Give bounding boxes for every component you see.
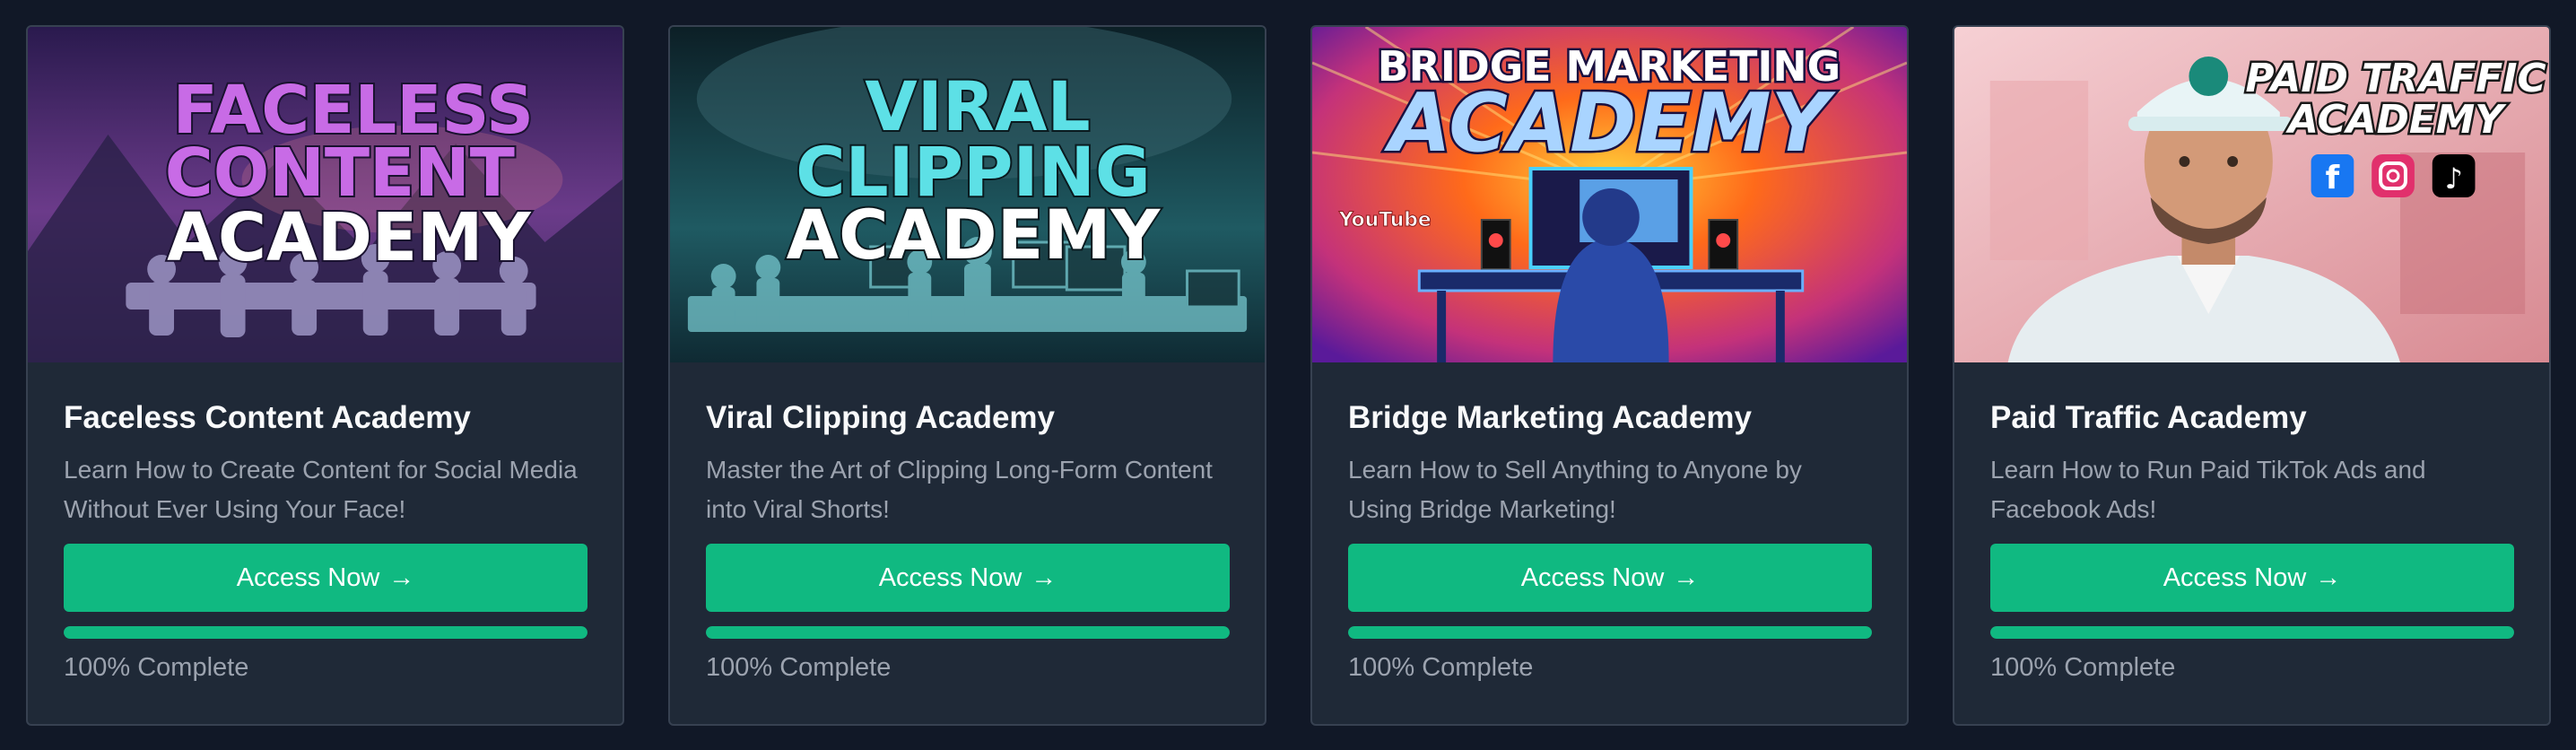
course-card-faceless-content: FACELESS CONTENT ACADEMY Faceless Conten…: [26, 25, 624, 726]
youtube-badge: YouTube: [1338, 209, 1432, 231]
thumb-line-2: ACADEMY: [2285, 97, 2507, 143]
progress-text: 100% Complete: [1990, 653, 2176, 682]
progress-bar: [1990, 626, 2514, 639]
access-now-label: Access Now: [236, 562, 380, 592]
course-title: Paid Traffic Academy: [1990, 400, 2307, 435]
arrow-right-icon: →: [388, 562, 415, 592]
access-now-label: Access Now: [878, 562, 1023, 592]
course-card-paid-traffic: f ♪ PAID TRAFFIC ACADEMY Paid Traffic Ac…: [1953, 25, 2551, 726]
progress-bar-fill: [1348, 626, 1872, 639]
course-card-viral-clipping: VIRAL CLIPPING ACADEMY Viral Clipping Ac…: [668, 25, 1266, 726]
progress-text: 100% Complete: [1348, 653, 1534, 682]
thumb-line-3: ACADEMY: [787, 196, 1162, 275]
course-thumbnail[interactable]: FACELESS CONTENT ACADEMY: [28, 27, 622, 362]
instagram-icon: [2371, 154, 2415, 197]
course-card-bridge-marketing: YouTube BRIDGE MARKETING ACADEMY Bridge …: [1310, 25, 1909, 726]
progress-bar-fill: [64, 626, 587, 639]
course-thumbnail[interactable]: YouTube BRIDGE MARKETING ACADEMY: [1312, 27, 1907, 362]
course-thumbnail[interactable]: f ♪ PAID TRAFFIC ACADEMY: [1954, 27, 2549, 362]
course-title: Bridge Marketing Academy: [1348, 400, 1752, 435]
course-title: Faceless Content Academy: [64, 400, 471, 435]
access-now-label: Access Now: [1520, 562, 1665, 592]
progress-bar: [706, 626, 1230, 639]
course-title: Viral Clipping Academy: [706, 400, 1055, 435]
progress-bar-fill: [1990, 626, 2514, 639]
progress-bar: [64, 626, 587, 639]
course-description: Learn How to Sell Anything to Anyone by …: [1348, 456, 1802, 523]
svg-text:f: f: [2326, 160, 2340, 196]
progress-bar: [1348, 626, 1872, 639]
access-now-label: Access Now: [2163, 562, 2307, 592]
access-now-button[interactable]: Access Now →: [1990, 544, 2514, 612]
course-description: Learn How to Create Content for Social M…: [64, 456, 578, 523]
arrow-right-icon: →: [2315, 562, 2342, 592]
access-now-button[interactable]: Access Now →: [1348, 544, 1872, 612]
progress-text: 100% Complete: [64, 653, 249, 682]
thumb-line-1: PAID TRAFFIC: [2245, 56, 2546, 101]
arrow-right-icon: →: [1031, 562, 1057, 592]
progress-bar-fill: [706, 626, 1230, 639]
course-description: Master the Art of Clipping Long-Form Con…: [706, 456, 1213, 523]
arrow-right-icon: →: [1673, 562, 1700, 592]
course-thumbnail[interactable]: VIRAL CLIPPING ACADEMY: [670, 27, 1265, 362]
thumb-line-2: ACADEMY: [1384, 77, 1836, 170]
access-now-button[interactable]: Access Now →: [706, 544, 1230, 612]
svg-text:♪: ♪: [2444, 161, 2462, 196]
progress-text: 100% Complete: [706, 653, 892, 682]
thumb-line-3: ACADEMY: [167, 200, 532, 276]
course-description: Learn How to Run Paid TikTok Ads and Fac…: [1990, 456, 2426, 523]
access-now-button[interactable]: Access Now →: [64, 544, 587, 612]
course-grid: FACELESS CONTENT ACADEMY Faceless Conten…: [26, 25, 2551, 726]
